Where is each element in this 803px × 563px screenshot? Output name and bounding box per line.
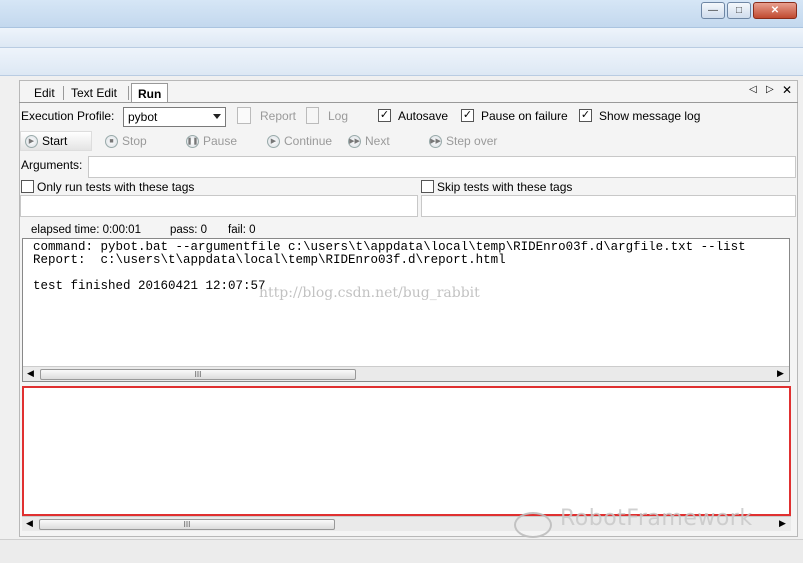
output-line-report: Report: c:\users\t\appdata\local\temp\RI…: [33, 253, 506, 267]
tab-underline: [19, 102, 798, 103]
log-button[interactable]: Log: [328, 109, 348, 123]
pause-button[interactable]: ❚❚ Pause: [186, 134, 237, 148]
stop-label: Stop: [122, 134, 147, 148]
message-log-scroll-thumb[interactable]: III: [39, 519, 335, 530]
scroll-left-icon[interactable]: ◀: [26, 518, 33, 529]
stop-button[interactable]: ■ Stop: [105, 134, 147, 148]
play-icon: ▶: [25, 134, 38, 148]
scroll-left-icon[interactable]: ◀: [27, 368, 34, 379]
pause-on-failure-label: Pause on failure: [481, 109, 568, 123]
next-label: Next: [365, 134, 390, 148]
watermark-text: http://blog.csdn.net/bug_rabbit: [259, 285, 480, 301]
report-button[interactable]: Report: [260, 109, 296, 123]
chevron-down-icon: [213, 114, 221, 119]
window-titlebar: [0, 0, 803, 28]
menu-band: [0, 28, 803, 48]
execution-profile-select[interactable]: pybot: [123, 107, 226, 127]
pause-icon: ❚❚: [186, 134, 199, 148]
next-button[interactable]: ▶▶ Next: [348, 134, 390, 148]
output-log[interactable]: command: pybot.bat --argumentfile c:\use…: [22, 238, 790, 382]
autosave-label: Autosave: [398, 109, 449, 123]
scroll-right-icon[interactable]: ▶: [779, 518, 786, 529]
output-hscrollbar[interactable]: ◀ III ▶: [23, 366, 789, 381]
report-icon: [237, 107, 251, 124]
tab-divider: [128, 86, 129, 100]
continue-label: Continue: [284, 134, 333, 148]
next-icon: ▶▶: [348, 134, 361, 148]
toolbar-band: [0, 48, 803, 76]
minimize-button[interactable]: —: [701, 2, 725, 19]
show-message-log-label: Show message log: [599, 109, 701, 123]
skip-tags-label: Skip tests with these tags: [437, 180, 573, 194]
step-over-button[interactable]: ▶▶ Step over: [429, 134, 497, 148]
log-icon: [306, 107, 319, 124]
step-over-icon: ▶▶: [429, 134, 442, 148]
tab-text-edit[interactable]: Text Edit: [65, 83, 123, 102]
only-run-tags-checkbox[interactable]: [21, 180, 34, 193]
fail-count: fail: 0: [228, 224, 256, 236]
start-label: Start: [42, 134, 68, 148]
arguments-label: Arguments:: [21, 158, 83, 172]
execution-profile-label: Execution Profile:: [21, 109, 115, 123]
tab-left-icon[interactable]: ◁: [749, 84, 757, 95]
close-button[interactable]: ✕: [753, 2, 797, 19]
pass-count: pass: 0: [170, 224, 208, 236]
autosave-checkbox[interactable]: ✓: [378, 109, 391, 122]
continue-icon: ▶: [267, 134, 280, 148]
execution-profile-value: pybot: [128, 110, 158, 124]
exclude-tags-input[interactable]: [421, 195, 796, 217]
stop-icon: ■: [105, 134, 118, 148]
pause-on-failure-checkbox[interactable]: ✓: [461, 109, 474, 122]
output-line-finished: test finished 20160421 12:07:57: [33, 279, 266, 293]
include-tags-input[interactable]: [20, 195, 418, 217]
pause-label: Pause: [203, 134, 238, 148]
maximize-button[interactable]: □: [727, 2, 751, 19]
skip-tags-checkbox[interactable]: [421, 180, 434, 193]
elapsed-time: elapsed time: 0:00:01: [31, 224, 141, 236]
show-message-log-checkbox[interactable]: ✓: [579, 109, 592, 122]
scroll-right-icon[interactable]: ▶: [777, 368, 784, 379]
status-bar: [0, 539, 803, 563]
only-run-tags-label: Only run tests with these tags: [37, 180, 195, 194]
tab-edit[interactable]: Edit: [28, 83, 61, 102]
tab-right-icon[interactable]: ▷: [766, 84, 774, 95]
arguments-input[interactable]: [88, 156, 796, 178]
step-over-label: Step over: [446, 134, 498, 148]
output-scroll-thumb[interactable]: III: [40, 369, 356, 380]
brand-watermark: RobotFramework: [560, 506, 753, 531]
tab-close-icon[interactable]: ✕: [782, 83, 792, 97]
tab-run[interactable]: Run: [131, 83, 169, 103]
continue-button[interactable]: ▶ Continue: [267, 134, 332, 148]
start-button[interactable]: ▶ Start: [25, 134, 67, 148]
tab-divider: [63, 86, 64, 100]
wechat-logo-icon: [514, 512, 552, 538]
message-log-area[interactable]: [22, 386, 791, 516]
